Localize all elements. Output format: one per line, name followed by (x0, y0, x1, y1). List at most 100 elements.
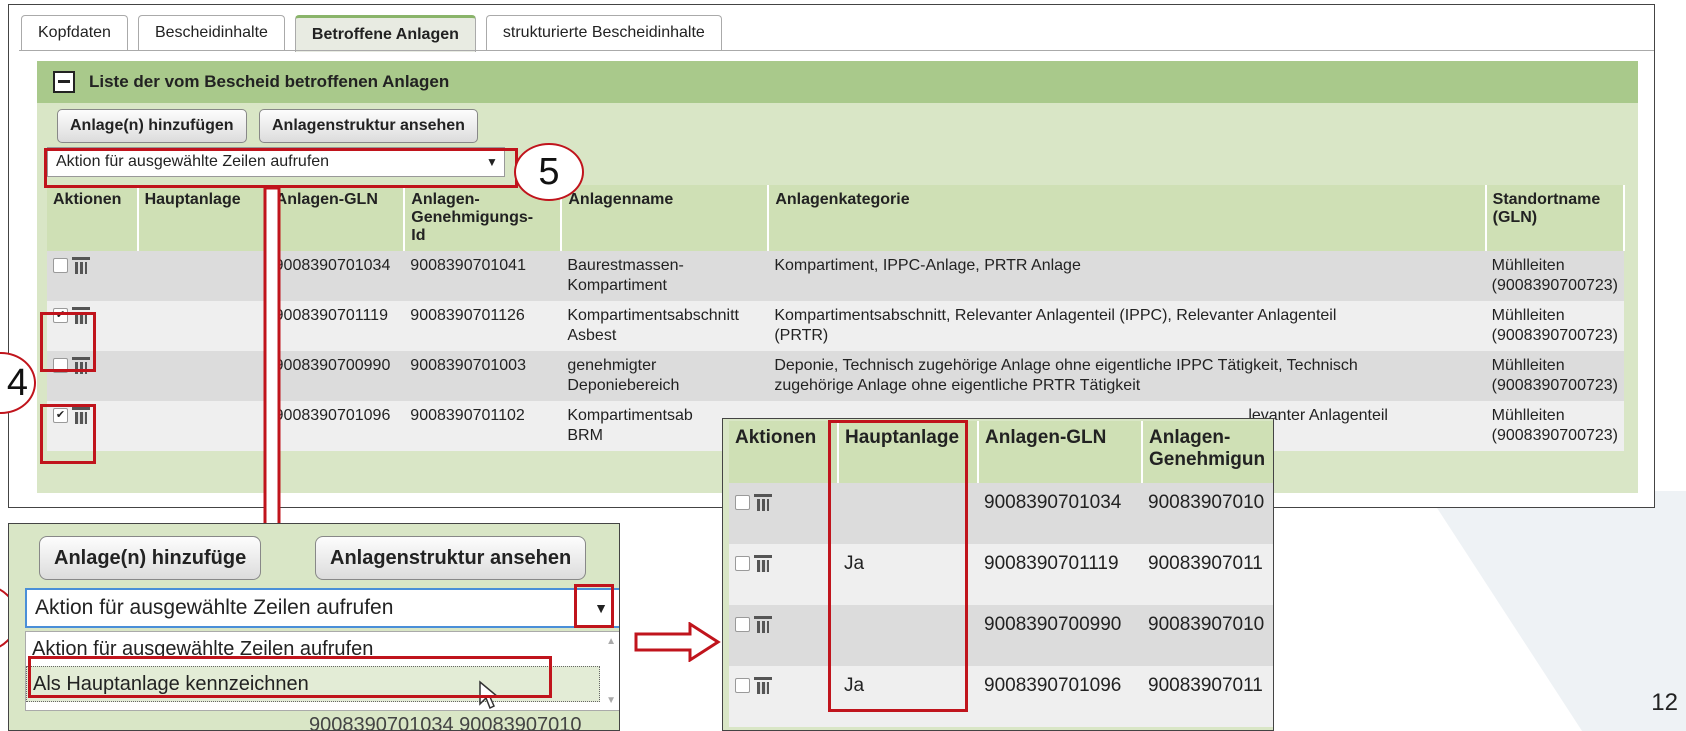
scroll-down-icon[interactable]: ▼ (606, 695, 616, 706)
zoom-row-actions (729, 483, 838, 544)
zoom-cell-gen: 90083907011 (1142, 666, 1273, 727)
dropdown-option-selected[interactable]: Als Hauptanlage kennzeichnen (26, 666, 600, 702)
zoom-cell-gln: 9008390701096 (978, 666, 1142, 727)
zoom-header-gen-line1: Anlagen- (1149, 427, 1231, 448)
zoom-table-row[interactable]: 9008390701034 90083907010 (729, 483, 1273, 544)
trash-icon[interactable] (754, 555, 772, 573)
cell-standort: Mühlleiten (9008390700723) (1485, 351, 1624, 401)
cell-gen-id: 9008390701003 (404, 351, 562, 401)
zoom-cell-hauptanlage (838, 605, 978, 666)
zoom-cell-gen: 90083907010 (1142, 605, 1273, 666)
row-checkbox[interactable] (53, 258, 68, 274)
cell-kategorie: Kompartimentsabschnitt, Relevanter Anlag… (768, 301, 1486, 351)
name-line1: Baurestmassen- (567, 257, 684, 274)
zoom-add-anlage-button[interactable]: Anlage(n) hinzufüge (39, 536, 262, 580)
page-number: 12 (1651, 689, 1678, 716)
zoom-header-aktionen[interactable]: Aktionen (729, 421, 839, 483)
zoom-hauptanlage-table: Aktionen Hauptanlage Anlagen-GLN Anlagen… (722, 418, 1274, 731)
chevron-down-icon[interactable]: ▼ (583, 590, 619, 626)
row-checkbox[interactable] (53, 358, 68, 374)
zoom-header-hauptanlage[interactable]: Hauptanlage (838, 421, 979, 483)
view-structure-button[interactable]: Anlagenstruktur ansehen (259, 109, 478, 143)
tab-divider (19, 50, 1654, 51)
zoom-cell-gln: 9008390701119 (978, 544, 1142, 605)
row-checkbox[interactable] (735, 556, 750, 572)
row-checkbox[interactable] (735, 617, 750, 633)
trash-icon[interactable] (754, 616, 772, 634)
zoom-action-select[interactable]: Aktion für ausgewählte Zeilen aufrufen ▼ (25, 588, 619, 628)
name-line1: Kompartimentsabschnitt (567, 307, 739, 324)
tab-betroffene-anlagen[interactable]: Betroffene Anlagen (294, 15, 476, 52)
zoom-row-actions (729, 666, 838, 727)
tab-bar: Kopfdaten Bescheidinhalte Betroffene Anl… (21, 15, 722, 52)
header-aktionen[interactable]: Aktionen (47, 185, 139, 251)
zoom-cell-hauptanlage (838, 483, 978, 544)
tab-kopfdaten[interactable]: Kopfdaten (21, 15, 128, 50)
standort-line2: (9008390700723) (1491, 327, 1618, 344)
kat-line1: levanter Anlagenteil (1248, 407, 1388, 424)
panel-header: Liste der vom Bescheid betroffenen Anlag… (37, 61, 1638, 103)
add-anlage-button[interactable]: Anlage(n) hinzufügen (57, 109, 247, 143)
callout-5: 5 (514, 143, 584, 201)
kat-line2: (PRTR) (774, 327, 829, 344)
cell-gen-id: 9008390701102 (404, 401, 562, 451)
zoom-cell-hauptanlage: Ja (838, 666, 978, 727)
name-line1: genehmigter (567, 357, 657, 374)
header-standort-line1: Standortname (1492, 191, 1601, 208)
standort-line2: (9008390700723) (1491, 377, 1618, 394)
cell-kategorie: Kompartiment, IPPC-Anlage, PRTR Anlage (768, 251, 1486, 301)
trash-icon[interactable] (72, 357, 90, 375)
collapse-icon[interactable] (53, 71, 75, 93)
row-checkbox[interactable] (735, 678, 750, 694)
cell-standort: Mühlleiten (9008390700723) (1485, 401, 1624, 451)
cell-standort: Mühlleiten (9008390700723) (1485, 251, 1624, 301)
scroll-up-icon[interactable]: ▲ (606, 636, 616, 647)
action-dropdown-list: Aktion für ausgewählte Zeilen aufrufen A… (25, 631, 619, 711)
standort-line1: Mühlleiten (1491, 307, 1565, 324)
name-line2: Deponiebereich (567, 377, 680, 394)
tab-strukturierte-bescheidinhalte[interactable]: strukturierte Bescheidinhalte (485, 15, 722, 50)
zoom-table-row[interactable]: Ja 9008390701119 90083907011 (729, 544, 1273, 605)
zoom-view-structure-button[interactable]: Anlagenstruktur ansehen (315, 536, 587, 580)
action-select[interactable]: Aktion für ausgewählte Zeilen aufrufen ▼ (47, 147, 505, 177)
standort-line2: (9008390700723) (1491, 427, 1618, 444)
kat-line1: Deponie, Technisch zugehörige Anlage ohn… (774, 357, 1358, 374)
standort-line1: Mühlleiten (1491, 407, 1565, 424)
row-checkbox-checked[interactable]: ✔ (53, 408, 68, 424)
trash-icon[interactable] (754, 677, 772, 695)
trash-icon[interactable] (754, 494, 772, 512)
row-checkbox[interactable] (735, 495, 750, 511)
kat-line1: Kompartiment, IPPC-Anlage, PRTR Anlage (774, 257, 1081, 274)
header-standortname[interactable]: Standortname (GLN) (1485, 185, 1626, 251)
zoom-row-actions (729, 605, 838, 666)
trash-icon[interactable] (72, 407, 90, 425)
dropdown-option[interactable]: Aktion für ausgewählte Zeilen aufrufen (26, 632, 619, 666)
standort-line1: Mühlleiten (1491, 357, 1565, 374)
header-genehmigungs-line2: Genehmigungs- (411, 209, 534, 226)
cell-kategorie: Deponie, Technisch zugehörige Anlage ohn… (768, 351, 1486, 401)
cell-gen-id: 9008390701041 (404, 251, 562, 301)
standort-line1: Mühlleiten (1491, 257, 1565, 274)
chevron-down-icon[interactable]: ▼ (480, 148, 504, 176)
row-actions: ✔ (47, 401, 138, 451)
zoom-table-row[interactable]: Ja 9008390701096 90083907011 (729, 666, 1273, 727)
zoom-header-gln[interactable]: Anlagen-GLN (978, 421, 1143, 483)
row-checkbox-checked[interactable]: ✔ (53, 308, 68, 324)
cell-gen-id: 9008390701126 (404, 301, 562, 351)
row-actions (47, 351, 138, 401)
zoom-peek-row: 9008390701034 90083907010 (309, 714, 582, 731)
header-genehmigungs-line3: Id (411, 227, 426, 244)
panel-title: Liste der vom Bescheid betroffenen Anlag… (89, 72, 450, 91)
zoom-header-gen-line2: Genehmigun (1149, 449, 1266, 470)
zoom-table-row[interactable]: 9008390700990 90083907010 (729, 605, 1273, 666)
header-anlagenkategorie[interactable]: Anlagenkategorie (768, 185, 1487, 251)
zoom-cell-gln: 9008390700990 (978, 605, 1142, 666)
zoom-dropdown-panel: Anlage(n) hinzufüge Anlagenstruktur anse… (8, 523, 620, 731)
cell-anlagenname: Kompartimentsabschnitt Asbest (561, 301, 769, 351)
zoom-action-select-value: Aktion für ausgewählte Zeilen aufrufen (35, 596, 394, 619)
tab-bescheidinhalte[interactable]: Bescheidinhalte (137, 15, 285, 50)
header-anlagenname[interactable]: Anlagenname (561, 185, 770, 251)
zoom-header-genehmigung[interactable]: Anlagen- Genehmigun (1142, 421, 1273, 483)
trash-icon[interactable] (72, 307, 90, 325)
trash-icon[interactable] (72, 257, 90, 275)
